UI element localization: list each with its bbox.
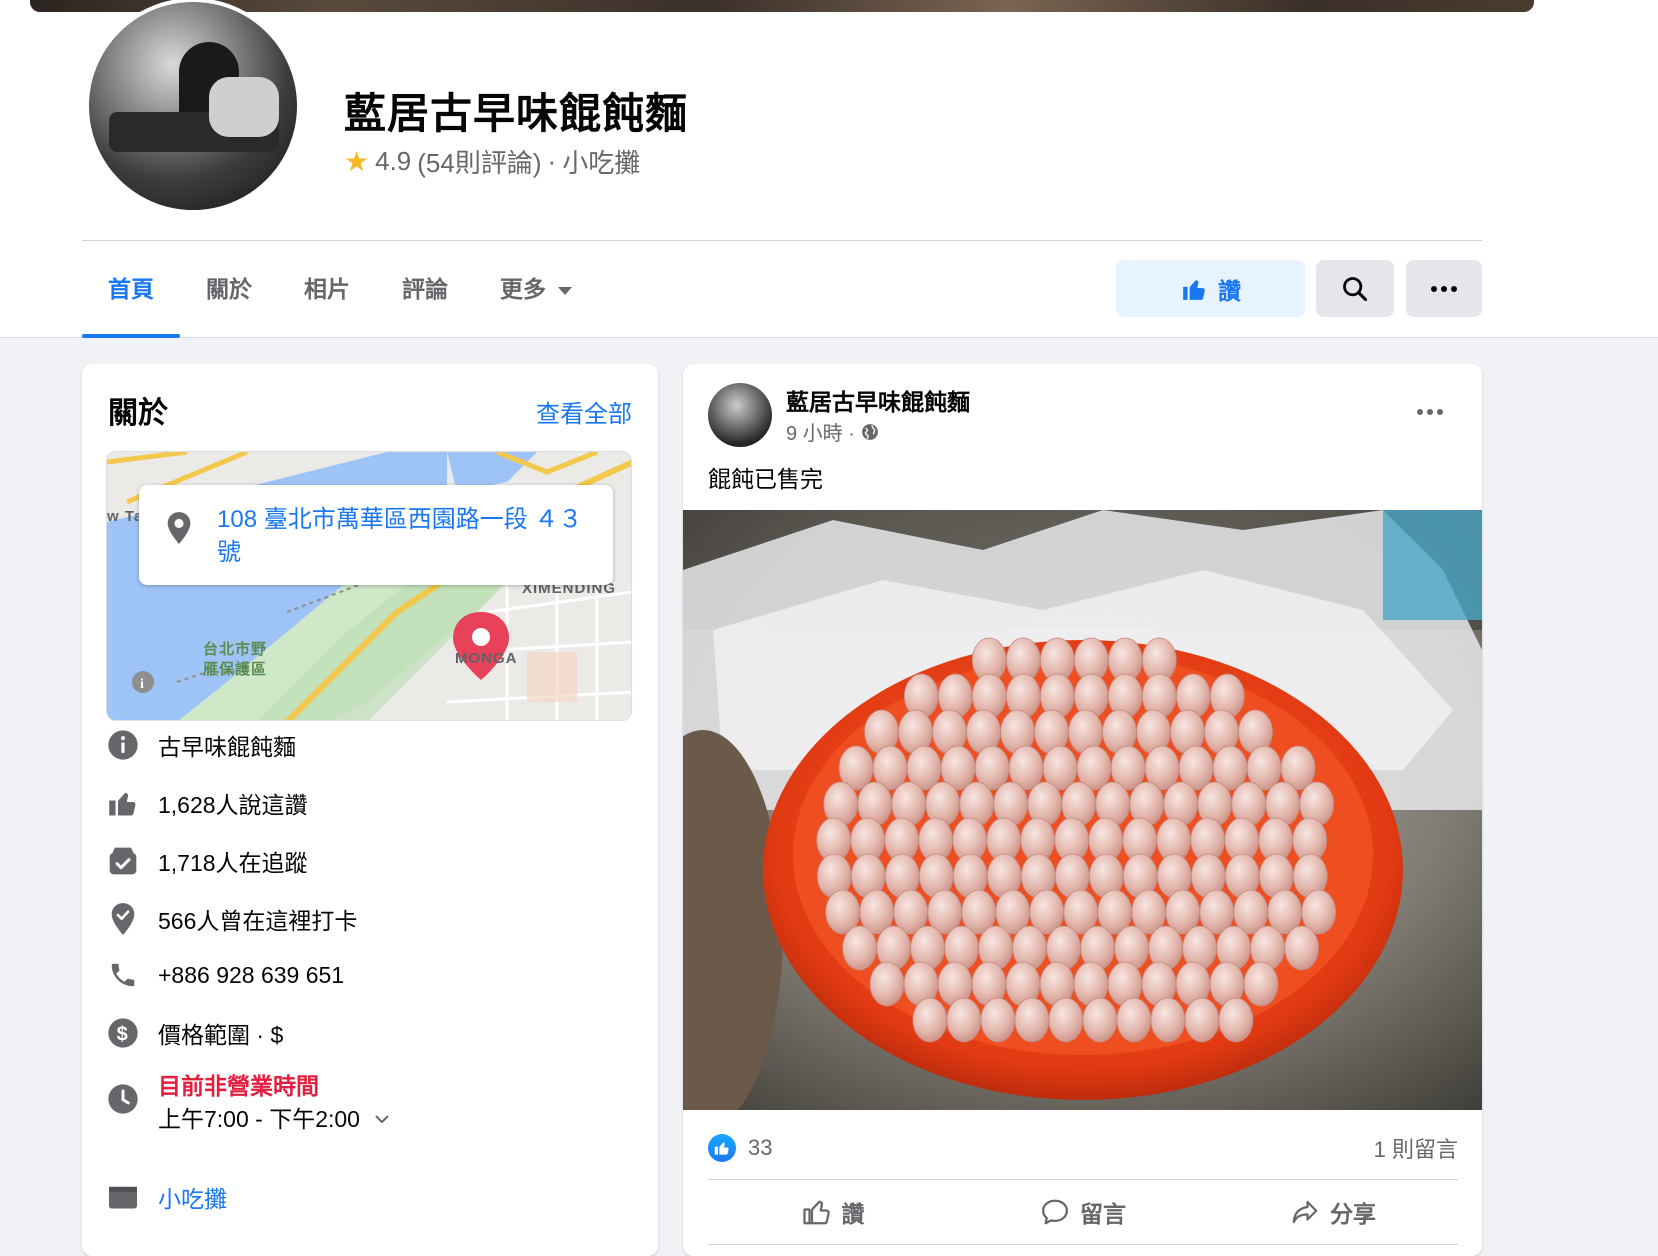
page-rating-line: ★ 4.9 (54則評論) · 小吃攤: [344, 143, 640, 180]
info-row-label: 1,628人說這讚: [158, 792, 308, 818]
comment-count[interactable]: 1 則留言: [1374, 1132, 1458, 1164]
info-row-description: 古早味餛飩麵: [106, 728, 296, 762]
thumbs-up-icon: [106, 786, 140, 820]
page-category[interactable]: 小吃攤: [562, 143, 640, 180]
svg-text:i: i: [140, 677, 144, 692]
phone-number[interactable]: +886 928 639 651: [158, 962, 344, 989]
post-action-bar: 讚 留言 分享: [708, 1180, 1458, 1244]
like-count: 33: [748, 1135, 773, 1160]
category-icon: [106, 1180, 140, 1214]
post-like-button[interactable]: 讚: [708, 1180, 958, 1244]
info-row-label: 價格範圍 · $: [158, 1022, 284, 1048]
info-row-label: 古早味餛飩麵: [158, 734, 296, 760]
ellipsis-icon: [1431, 285, 1457, 292]
search-icon: [1343, 276, 1368, 301]
page-title: 藍居古早味餛飩麵: [344, 90, 689, 137]
map-label: 雁保護區: [203, 661, 268, 678]
info-row-price: $ 價格範圍 · $: [106, 1016, 283, 1050]
review-count[interactable]: (54則評論): [417, 143, 541, 180]
share-icon: [1292, 1200, 1318, 1224]
about-title: 關於: [108, 397, 168, 430]
post-author-avatar[interactable]: [708, 383, 772, 447]
comment-icon: [1042, 1199, 1068, 1225]
phone-icon: [106, 958, 140, 992]
post-time-text[interactable]: 9 小時 ·: [786, 417, 855, 446]
post-stats-bar: 33 1 則留言: [708, 1128, 1458, 1168]
chevron-down-icon[interactable]: [374, 1114, 390, 1124]
address-link[interactable]: 108 臺北市萬華區西園路一段 ４３號: [217, 503, 587, 569]
info-row-followers: 1,718人在追蹤: [106, 844, 308, 878]
info-row-likes: 1,628人說這讚: [106, 786, 308, 820]
post-share-label: 分享: [1330, 1201, 1376, 1227]
info-row-label: 566人曾在這裡打卡: [158, 908, 358, 934]
page-tabs: 首頁 關於 相片 評論 更多: [82, 258, 598, 338]
post-options-button[interactable]: [1410, 392, 1450, 432]
post-photo[interactable]: [683, 510, 1482, 1110]
post-comment-label: 留言: [1080, 1201, 1126, 1227]
meta-separator: ·: [547, 146, 557, 176]
caret-down-icon: [558, 286, 572, 295]
post-like-label: 讚: [841, 1201, 865, 1227]
see-all-link[interactable]: 查看全部: [536, 394, 632, 429]
hours-range: 上午7:00 - 下午2:00: [158, 1106, 360, 1132]
info-row-label: 1,718人在追蹤: [158, 850, 308, 876]
tab-about[interactable]: 關於: [180, 258, 278, 338]
post-card: 藍居古早味餛飩麵 9 小時 · 餛飩已售完 33 1 則留言 讚 留言 分享: [683, 364, 1482, 1256]
map-label: MONGA: [455, 650, 518, 667]
page-profile-picture[interactable]: [85, 0, 301, 214]
svg-text:$: $: [117, 1023, 128, 1045]
tab-reviews[interactable]: 評論: [376, 258, 474, 338]
tab-home[interactable]: 首頁: [82, 258, 180, 338]
tab-more[interactable]: 更多: [474, 258, 598, 338]
location-map[interactable]: i w Ta XIMENDING MONGA 台北市野 雁保護區 108 臺北市…: [106, 451, 632, 721]
like-page-button[interactable]: 讚: [1116, 260, 1305, 317]
thumbs-up-outline-icon: [802, 1200, 830, 1225]
dollar-icon: $: [106, 1016, 140, 1050]
clock-icon: [106, 1082, 140, 1116]
map-label: w Ta: [107, 508, 144, 525]
post-share-button[interactable]: 分享: [1208, 1180, 1458, 1244]
cover-photo[interactable]: [30, 0, 1534, 12]
post-message: 餛飩已售完: [708, 466, 823, 492]
follow-icon: [106, 844, 140, 878]
reaction-summary[interactable]: 33: [708, 1134, 772, 1162]
post-author-name[interactable]: 藍居古早味餛飩麵: [786, 383, 970, 417]
search-button[interactable]: [1316, 260, 1394, 317]
thumbs-up-icon: [1183, 279, 1205, 300]
page-header: 藍居古早味餛飩麵 ★ 4.9 (54則評論) · 小吃攤 首頁 關於 相片 評論…: [0, 0, 1658, 338]
star-icon: ★: [344, 145, 370, 177]
about-card: 關於 查看全部 i w Ta XIMENDING MONGA 台北市野 雁保護區: [82, 364, 658, 1256]
globe-icon: [862, 423, 878, 440]
map-label: 台北市野: [203, 641, 268, 658]
wonton-plate-image: [683, 510, 1482, 1110]
map-pin-icon: [167, 512, 191, 544]
info-icon: [106, 728, 140, 762]
tab-photos[interactable]: 相片: [278, 258, 376, 338]
hours-status: 目前非營業時間: [158, 1073, 319, 1099]
ellipsis-icon: [1417, 409, 1443, 415]
post-comment-button[interactable]: 留言: [958, 1180, 1208, 1244]
info-row-phone: +886 928 639 651: [106, 958, 344, 992]
checkin-icon: [106, 902, 140, 936]
rating-value: 4.9: [375, 146, 412, 176]
info-row-checkins: 566人曾在這裡打卡: [106, 902, 357, 936]
category-link[interactable]: 小吃攤: [158, 1180, 227, 1214]
map-address-popup[interactable]: 108 臺北市萬華區西園路一段 ４３號: [139, 485, 613, 585]
like-reaction-icon: [708, 1134, 736, 1162]
header-divider: [82, 240, 1482, 241]
info-row-hours[interactable]: 目前非營業時間 上午7:00 - 下午2:00: [106, 1070, 390, 1136]
like-button-label: 讚: [1218, 277, 1241, 304]
post-timestamp: 9 小時 ·: [786, 417, 879, 446]
info-row-category: 小吃攤: [106, 1180, 227, 1214]
post-divider: [708, 1244, 1458, 1245]
more-options-button[interactable]: [1406, 260, 1482, 317]
